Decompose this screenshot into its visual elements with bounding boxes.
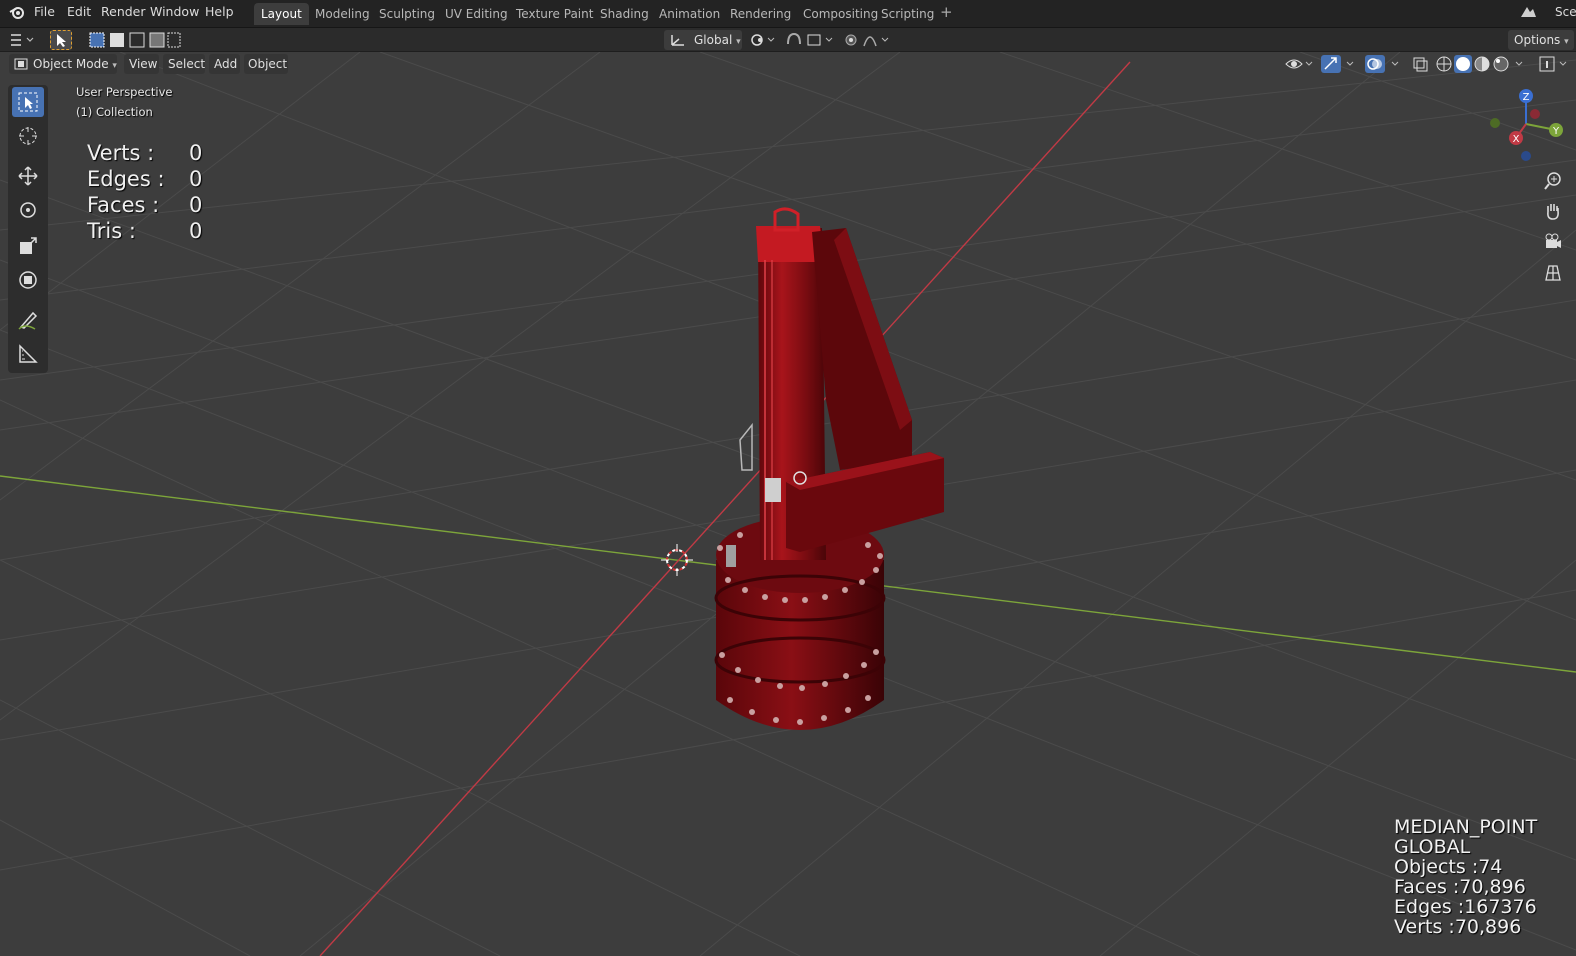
tab-texture-paint[interactable]: Texture Paint [509,3,600,25]
edges-count: Edges :167376 [1394,896,1537,918]
overlays-toggle-icon[interactable] [1364,54,1406,74]
tab-shading[interactable]: Shading [593,3,656,25]
view-menu[interactable]: View [124,54,159,74]
stat-value: 0 [189,141,203,165]
tab-modeling[interactable]: Modeling [308,3,377,25]
stat-row: Faces : 0 [87,192,202,218]
menu-help[interactable]: Help [205,4,234,19]
gizmo-x-label: X [1513,134,1520,145]
pivot-point-icon[interactable] [748,30,778,50]
rotate-icon[interactable] [12,195,44,225]
chevron-down-icon: ▾ [112,61,117,71]
scene-name[interactable]: Sce [1555,5,1576,19]
shading-mode-buttons[interactable] [1434,54,1530,74]
add-workspace-button[interactable]: + [940,3,953,21]
add-menu[interactable]: Add [209,54,240,74]
tab-layout[interactable]: Layout [254,3,309,25]
tab-compositing[interactable]: Compositing [796,3,885,25]
tab-sculpting[interactable]: Sculpting [372,3,442,25]
viewport-scene [0,52,1576,956]
info-panel-icon[interactable] [1538,54,1574,74]
transform-icon[interactable] [12,265,44,295]
scene-info-overlay: MEDIAN_POINT GLOBAL Objects :74 Faces :7… [1394,817,1537,937]
stat-row: Tris : 0 [87,218,202,244]
stat-value: 0 [189,219,203,243]
hand-icon[interactable] [1540,198,1566,224]
move-icon[interactable] [12,161,44,191]
mesh-stats: Verts : 0 Edges : 0 Faces : 0 Tris : 0 [87,140,202,244]
xray-toggle-icon[interactable] [1410,54,1432,74]
3d-viewport[interactable] [0,52,1576,956]
menu-edit[interactable]: Edit [67,4,91,19]
select-mode-buttons[interactable] [88,30,182,50]
gizmo-z-label: Z [1523,92,1530,103]
annotate-icon[interactable] [12,305,44,335]
tab-scripting[interactable]: Scripting [874,3,941,25]
tool-header: Global ▾ Options ▾ [0,28,1576,52]
snap-icon[interactable] [784,30,836,50]
menu-window[interactable]: Window [150,4,199,19]
scene-selector-icon[interactable] [1518,3,1538,24]
select-box-icon[interactable] [12,87,44,117]
chevron-down-icon: ▾ [736,37,741,47]
select-tool-icon[interactable] [50,30,72,50]
cursor-icon[interactable] [12,121,44,151]
object-menu[interactable]: Object [244,54,288,74]
menu-file[interactable]: File [34,4,55,19]
stat-value: 0 [189,167,203,191]
options-label: Options [1514,33,1561,47]
viewport-header: Object Mode ▾ View Select Add Object [0,52,1576,76]
tab-animation[interactable]: Animation [652,3,727,25]
zoom-icon[interactable] [1540,168,1566,194]
scale-icon[interactable] [12,231,44,261]
proportional-editing-icon[interactable] [842,30,892,50]
navigation-gizmo[interactable]: Z Y X [1488,86,1570,164]
tab-rendering[interactable]: Rendering [723,3,798,25]
orientation-value: Global [694,33,733,47]
mode-dropdown[interactable]: Object Mode ▾ [9,54,117,74]
view-perspective-label: User Perspective [76,85,173,99]
faces-count: Faces :70,896 [1394,876,1526,898]
visibility-icon[interactable] [1284,54,1316,74]
crane-model[interactable] [714,207,944,730]
stat-row: Edges : 0 [87,166,202,192]
editor-type-icon[interactable] [8,30,40,50]
blender-logo-icon[interactable] [8,3,26,24]
orientation-icon [671,35,684,46]
gizmo-y-label: Y [1552,126,1560,137]
select-menu[interactable]: Select [163,54,205,74]
measure-icon[interactable] [12,339,44,369]
tool-shelf [8,85,48,373]
stat-label: Verts : [87,141,155,165]
objects-count: Objects :74 [1394,856,1503,878]
top-menubar: File Edit Render Window Help Layout Mode… [0,0,1576,28]
camera-icon[interactable] [1540,229,1566,255]
orientation-dropdown[interactable]: Global ▾ [664,30,742,50]
stat-label: Tris : [87,219,136,243]
mode-label: Object Mode [33,57,109,71]
chevron-down-icon: ▾ [1564,37,1569,47]
gizmo-toggle-icon[interactable] [1320,54,1360,74]
verts-count: Verts :70,896 [1394,916,1522,938]
grid-view-icon[interactable] [1540,260,1566,286]
stat-label: Faces : [87,193,160,217]
stat-value: 0 [189,193,203,217]
options-dropdown[interactable]: Options ▾ [1508,30,1574,50]
tab-uv-editing[interactable]: UV Editing [438,3,515,25]
stat-row: Verts : 0 [87,140,202,166]
stat-label: Edges : [87,167,165,191]
object-mode-icon [14,58,28,70]
x-axis-line [319,61,1131,956]
orientation-label: GLOBAL [1394,836,1471,858]
pivot-label: MEDIAN_POINT [1394,816,1538,838]
menu-render[interactable]: Render [101,4,146,19]
collection-label: (1) Collection [76,105,153,119]
